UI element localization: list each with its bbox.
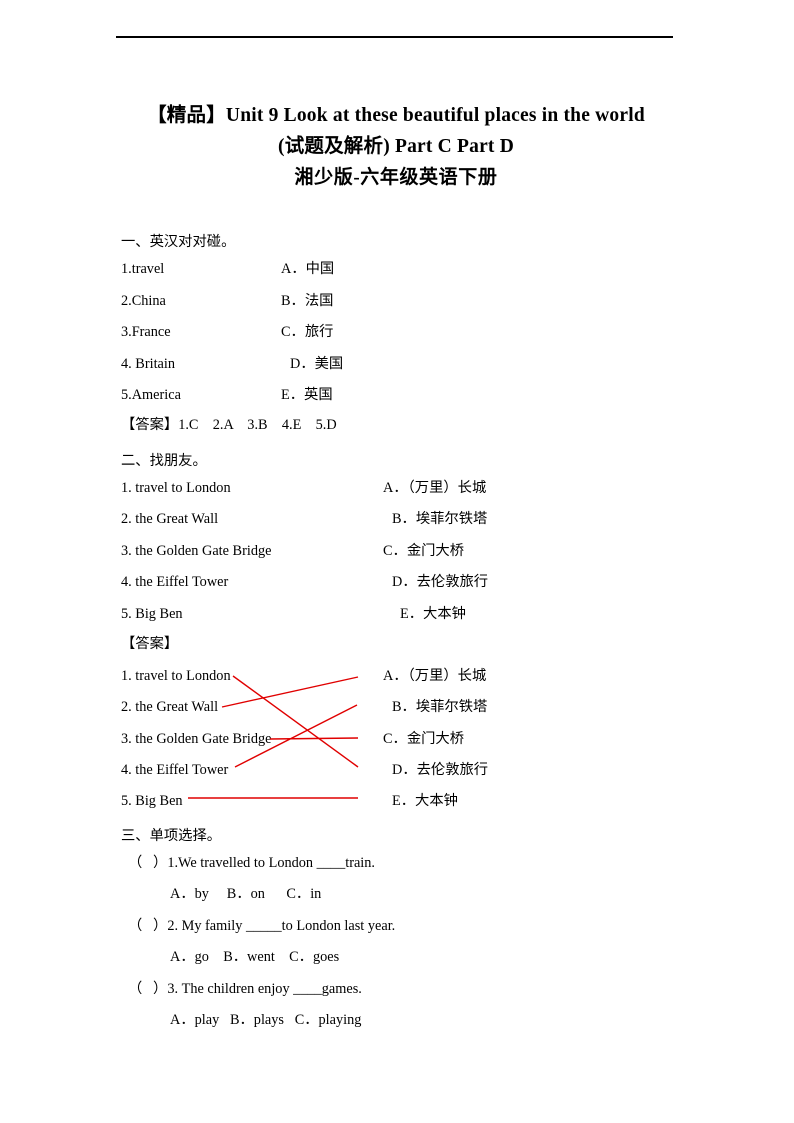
exercise-one-left-item: 1.travel bbox=[121, 261, 165, 277]
exercise-two-right-item: B．埃菲尔铁塔 bbox=[392, 511, 488, 527]
match-line bbox=[232, 675, 359, 768]
exercise-three-question-stem: （ ）2. My family _____to London last year… bbox=[128, 918, 396, 934]
header-rule bbox=[116, 36, 673, 38]
exercise-two-right-item: A．（万里）长城 bbox=[383, 480, 487, 496]
title-line-2: (试题及解析) Part C Part D bbox=[278, 136, 514, 157]
exercise-two-left-item: 1. travel to London bbox=[121, 480, 231, 496]
title-line-1: 【精品】Unit 9 Look at these beautiful place… bbox=[147, 105, 645, 126]
exercise-two-answer-right-item: A．（万里）长城 bbox=[383, 668, 487, 684]
exercise-two-right-item: E．大本钟 bbox=[400, 606, 466, 622]
exercise-two-answer-left-item: 5. Big Ben bbox=[121, 793, 183, 809]
exercise-two-answer-right-item: D．去伦敦旅行 bbox=[392, 762, 489, 778]
exercise-two-right-item: D．去伦敦旅行 bbox=[392, 574, 489, 590]
exercise-three-question-stem: （ ）3. The children enjoy ____games. bbox=[128, 981, 362, 997]
exercise-two-answer-right-item: B．埃菲尔铁塔 bbox=[392, 699, 488, 715]
answer-values: 1.C 2.A 3.B 4.E 5.D bbox=[178, 417, 337, 433]
exercise-two-right-item: C．金门大桥 bbox=[383, 543, 465, 559]
exercise-two-answer-right-item: C．金门大桥 bbox=[383, 731, 465, 747]
exercise-one-right-item: A．中国 bbox=[281, 261, 335, 277]
exercise-two-left-item: 3. the Golden Gate Bridge bbox=[121, 543, 272, 559]
exercise-two-left-item: 4. the Eiffel Tower bbox=[121, 574, 229, 590]
exercise-two-answer-left-item: 2. the Great Wall bbox=[121, 699, 219, 715]
exercise-one-right-item: E．英国 bbox=[281, 387, 333, 403]
exercise-two-left-item: 5. Big Ben bbox=[121, 606, 183, 622]
exercise-two-answer-right-item: E．大本钟 bbox=[392, 793, 458, 809]
exercise-two-answer-label: 【答案】 bbox=[121, 636, 179, 652]
answer-label: 【答案】 bbox=[121, 417, 179, 433]
exercise-one-right-item: D．美国 bbox=[290, 356, 344, 372]
exercise-one-left-item: 2.China bbox=[121, 293, 166, 309]
page-title: 【精品】Unit 9 Look at these beautiful place… bbox=[116, 100, 676, 193]
match-line bbox=[269, 737, 359, 740]
match-line bbox=[221, 676, 359, 708]
exercise-two-left-item: 2. the Great Wall bbox=[121, 511, 219, 527]
exercise-three-heading: 三、单项选择。 bbox=[121, 828, 222, 844]
exercise-two-answer-left-item: 4. the Eiffel Tower bbox=[121, 762, 229, 778]
exercise-one-left-item: 3.France bbox=[121, 324, 171, 340]
exercise-three-question-options: A．go B．went C．goes bbox=[170, 949, 340, 965]
exercise-one-answer: 【答案】1.C 2.A 3.B 4.E 5.D bbox=[121, 417, 337, 433]
document-page: 【精品】Unit 9 Look at these beautiful place… bbox=[0, 0, 794, 1123]
exercise-two-answer-left-item: 1. travel to London bbox=[121, 668, 231, 684]
title-line-3: 湘少版-六年级英语下册 bbox=[294, 167, 498, 188]
exercise-one-left-item: 5.America bbox=[121, 387, 181, 403]
exercise-one-right-item: B．法国 bbox=[281, 293, 334, 309]
exercise-one-heading: 一、英汉对对碰。 bbox=[121, 234, 236, 250]
exercise-two-heading: 二、找朋友。 bbox=[121, 453, 207, 469]
exercise-three-question-options: A．play B．plays C．playing bbox=[170, 1012, 362, 1028]
exercise-three-question-options: A．by B．on C．in bbox=[170, 886, 322, 902]
exercise-one-left-item: 4. Britain bbox=[121, 356, 176, 372]
exercise-two-answer-left-item: 3. the Golden Gate Bridge bbox=[121, 731, 272, 747]
exercise-three-question-stem: （ ）1.We travelled to London ____train. bbox=[128, 855, 376, 871]
exercise-one-right-item: C．旅行 bbox=[281, 324, 334, 340]
